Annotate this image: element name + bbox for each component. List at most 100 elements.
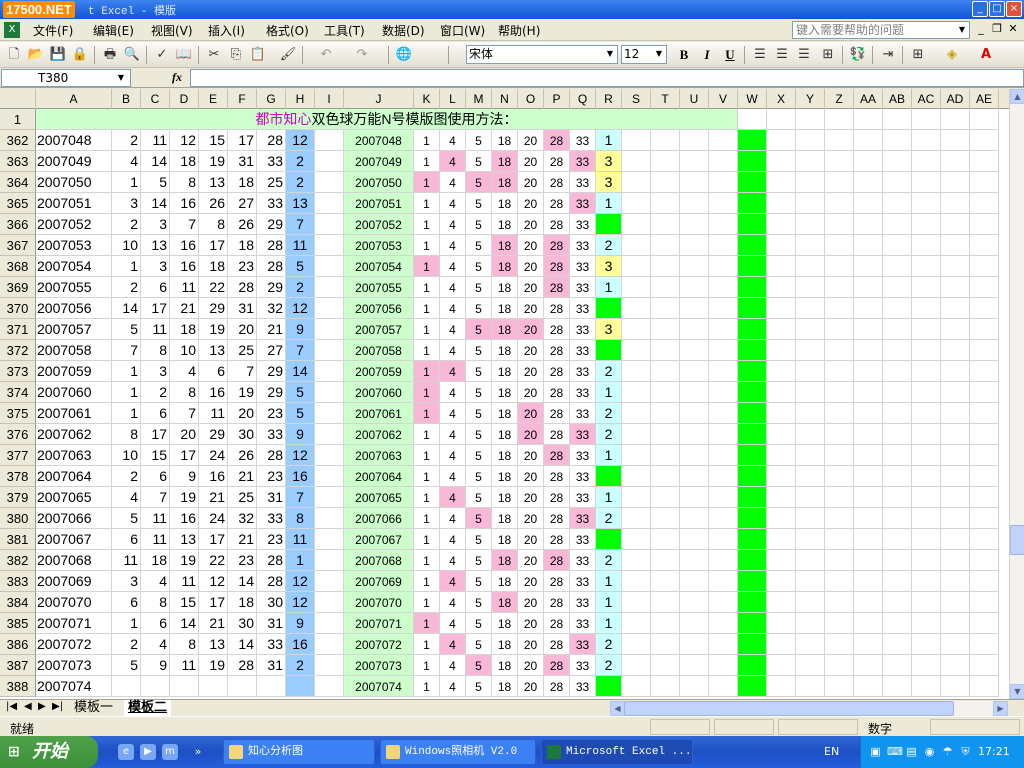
cell[interactable]	[622, 382, 651, 403]
n-number-cell[interactable]: 20	[518, 466, 544, 487]
marker-cell[interactable]	[738, 130, 767, 151]
cell[interactable]	[883, 277, 912, 298]
draw-id-ref-cell[interactable]: 2007055	[344, 277, 414, 298]
cell[interactable]	[825, 193, 854, 214]
number-cell[interactable]: 10	[112, 235, 141, 256]
cell[interactable]	[709, 277, 738, 298]
cell[interactable]	[709, 634, 738, 655]
cell[interactable]	[854, 130, 883, 151]
number-cell[interactable]: 18	[170, 151, 199, 172]
cell[interactable]	[854, 571, 883, 592]
number-cell[interactable]: 31	[228, 298, 257, 319]
row-header[interactable]: 374	[0, 382, 36, 403]
number-cell[interactable]: 3	[112, 193, 141, 214]
draw-id-cell[interactable]: 2007063	[36, 445, 112, 466]
n-number-cell[interactable]: 5	[466, 403, 492, 424]
blue-ball-cell[interactable]: 2	[286, 655, 315, 676]
draw-id-ref-cell[interactable]: 2007059	[344, 361, 414, 382]
blue-ball-cell[interactable]: 1	[286, 550, 315, 571]
cell[interactable]	[883, 130, 912, 151]
cell[interactable]	[912, 319, 941, 340]
scroll-up-icon[interactable]: ▲	[1010, 89, 1024, 104]
n-number-cell[interactable]: 33	[570, 172, 596, 193]
cell[interactable]	[315, 277, 344, 298]
n-number-cell[interactable]: 33	[570, 592, 596, 613]
n-number-cell[interactable]: 33	[570, 508, 596, 529]
blue-ball-cell[interactable]: 12	[286, 298, 315, 319]
n-number-cell[interactable]: 33	[570, 256, 596, 277]
number-cell[interactable]	[199, 676, 228, 697]
number-cell[interactable]: 6	[141, 403, 170, 424]
marker-cell[interactable]	[738, 193, 767, 214]
cell[interactable]	[709, 235, 738, 256]
n-number-cell[interactable]: 28	[544, 403, 570, 424]
font-color-icon[interactable]: A	[976, 45, 996, 65]
number-cell[interactable]: 13	[170, 529, 199, 550]
cell[interactable]	[796, 424, 825, 445]
n-number-cell[interactable]: 28	[544, 613, 570, 634]
cell[interactable]	[825, 298, 854, 319]
cell[interactable]	[941, 592, 970, 613]
menu-edit[interactable]: 编辑(E)	[93, 22, 134, 39]
print-icon[interactable]: 🖶	[100, 45, 120, 65]
blue-ball-cell[interactable]: 12	[286, 445, 315, 466]
cell[interactable]	[767, 403, 796, 424]
draw-id-cell[interactable]: 2007071	[36, 613, 112, 634]
n-number-cell[interactable]: 18	[492, 466, 518, 487]
insert-function-icon[interactable]: fx	[172, 70, 182, 85]
cell[interactable]	[912, 193, 941, 214]
blue-ball-cell[interactable]: 16	[286, 466, 315, 487]
hit-count-cell[interactable]: 2	[596, 655, 622, 676]
n-number-cell[interactable]: 28	[544, 214, 570, 235]
number-cell[interactable]: 19	[199, 655, 228, 676]
hit-count-cell[interactable]: 3	[596, 151, 622, 172]
n-number-cell[interactable]: 1	[414, 508, 440, 529]
blue-ball-cell[interactable]	[286, 676, 315, 697]
n-number-cell[interactable]: 33	[570, 277, 596, 298]
number-cell[interactable]: 15	[199, 130, 228, 151]
cell[interactable]	[622, 508, 651, 529]
cell[interactable]	[854, 214, 883, 235]
cell[interactable]	[941, 571, 970, 592]
cell[interactable]	[767, 445, 796, 466]
cell[interactable]	[651, 340, 680, 361]
number-cell[interactable]: 18	[228, 235, 257, 256]
n-number-cell[interactable]: 20	[518, 151, 544, 172]
draw-id-ref-cell[interactable]: 2007048	[344, 130, 414, 151]
number-cell[interactable]: 1	[112, 256, 141, 277]
n-number-cell[interactable]: 1	[414, 634, 440, 655]
number-cell[interactable]: 11	[141, 130, 170, 151]
marker-cell[interactable]	[738, 466, 767, 487]
number-cell[interactable]: 6	[112, 592, 141, 613]
workbook-minimize-button[interactable]: _	[974, 22, 988, 36]
cell[interactable]	[709, 319, 738, 340]
row-header[interactable]: 385	[0, 613, 36, 634]
n-number-cell[interactable]: 33	[570, 487, 596, 508]
network-icon[interactable]: ▣	[869, 745, 882, 758]
n-number-cell[interactable]: 20	[518, 298, 544, 319]
n-number-cell[interactable]: 5	[466, 382, 492, 403]
number-cell[interactable]: 18	[141, 550, 170, 571]
vertical-scrollbar[interactable]: ▲ ▼	[1009, 89, 1024, 699]
cell[interactable]	[941, 466, 970, 487]
draw-id-cell[interactable]: 2007070	[36, 592, 112, 613]
n-number-cell[interactable]: 1	[414, 403, 440, 424]
cell[interactable]	[912, 676, 941, 697]
cell[interactable]	[912, 571, 941, 592]
n-number-cell[interactable]: 18	[492, 361, 518, 382]
column-header[interactable]: Z	[825, 89, 854, 109]
number-cell[interactable]: 8	[170, 172, 199, 193]
column-header[interactable]: G	[257, 89, 286, 109]
cell[interactable]	[970, 298, 999, 319]
cell[interactable]	[941, 319, 970, 340]
n-number-cell[interactable]: 4	[440, 235, 466, 256]
cell[interactable]	[767, 340, 796, 361]
draw-id-ref-cell[interactable]: 2007056	[344, 298, 414, 319]
column-header[interactable]: B	[112, 89, 141, 109]
cell[interactable]	[651, 235, 680, 256]
number-cell[interactable]: 31	[257, 655, 286, 676]
n-number-cell[interactable]: 33	[570, 382, 596, 403]
number-cell[interactable]: 7	[170, 214, 199, 235]
cell[interactable]	[622, 277, 651, 298]
cell[interactable]	[622, 340, 651, 361]
